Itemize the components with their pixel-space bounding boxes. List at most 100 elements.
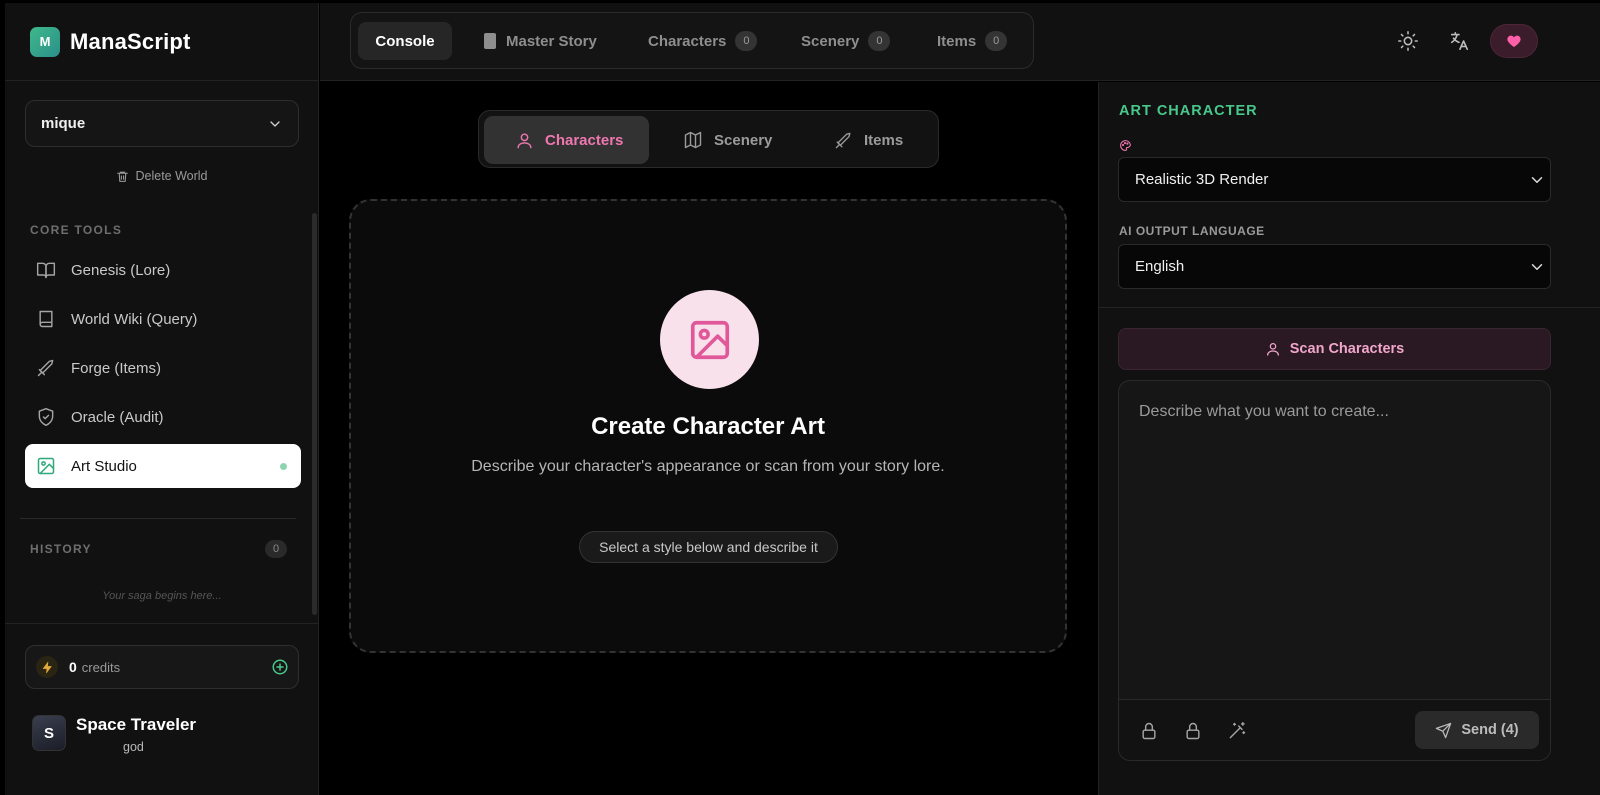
sidebar: M ManaScript mique Delete World CORE TOO… <box>5 3 319 795</box>
brand-name: ManaScript <box>70 28 191 54</box>
empty-state-description: Describe your character's appearance or … <box>471 458 945 475</box>
trash-icon <box>117 171 129 182</box>
user-name: Space Traveler <box>76 715 197 734</box>
sidebar-scrollbar[interactable] <box>312 213 317 615</box>
sun-icon[interactable] <box>1397 30 1419 52</box>
user-icon <box>517 132 532 148</box>
top-tabs: Console Master Story Characters 0 Scener… <box>350 12 1034 69</box>
chevron-down-icon <box>1531 176 1543 183</box>
add-credits-icon[interactable] <box>271 658 289 676</box>
tab-art-scenery[interactable]: Scenery <box>683 116 772 164</box>
heart-icon <box>1507 35 1521 47</box>
tab-characters[interactable]: Characters 0 <box>648 22 758 60</box>
count-badge: 0 <box>868 31 891 51</box>
history-empty-text: Your saga begins here... <box>102 590 222 602</box>
credits-label: credits <box>81 659 121 675</box>
art-style-value: Realistic 3D Render <box>1135 171 1269 188</box>
shield-check-icon <box>38 407 54 427</box>
brand[interactable]: M ManaScript <box>5 3 318 81</box>
sidebar-item-label: Genesis (Lore) <box>71 261 171 279</box>
sidebar-item-label: World Wiki (Query) <box>71 310 198 328</box>
main-content: Characters Scenery Items Create Characte… <box>320 82 1097 795</box>
history-label: HISTORY <box>30 542 92 556</box>
image-placeholder <box>660 290 759 389</box>
art-settings-panel: ART CHARACTER Realistic 3D Render AI OUT… <box>1098 82 1600 795</box>
core-tools-label: CORE TOOLS <box>30 223 123 237</box>
sidebar-footer: 0 credits S Space Traveler god <box>5 623 319 795</box>
scan-characters-button[interactable]: Scan Characters <box>1118 328 1551 370</box>
sidebar-item-label: Oracle (Audit) <box>71 408 164 426</box>
tab-master-story[interactable]: Master Story <box>483 22 597 60</box>
world-select[interactable]: mique <box>25 100 299 147</box>
count-badge: 0 <box>735 31 758 51</box>
chevron-down-icon <box>1531 263 1543 270</box>
sidebar-item-art-studio[interactable]: Art Studio <box>25 444 301 488</box>
tab-art-items[interactable]: Items <box>834 116 903 164</box>
language-value: English <box>1135 258 1185 275</box>
chevron-down-icon <box>270 120 280 127</box>
style-hint-pill: Select a style below and describe it <box>579 531 838 563</box>
map-icon <box>684 131 702 149</box>
send-label: Send (4) <box>1461 722 1519 738</box>
prompt-input[interactable] <box>1119 381 1550 699</box>
art-style-select[interactable]: Realistic 3D Render <box>1118 157 1551 202</box>
credits-box: 0 credits <box>25 645 299 689</box>
empty-state-title: Create Character Art <box>591 413 825 440</box>
sword-icon <box>835 132 851 148</box>
tab-label: Master Story <box>506 32 597 50</box>
user-icon <box>1266 343 1279 356</box>
sidebar-item-label: Art Studio <box>71 457 137 475</box>
tab-label: Console <box>375 32 435 50</box>
sidebar-item-label: Forge (Items) <box>71 359 162 377</box>
delete-world-label: Delete World <box>135 169 208 183</box>
sidebar-item-genesis[interactable]: Genesis (Lore) <box>25 248 301 292</box>
tab-label: Items <box>937 32 977 50</box>
art-type-tabs: Characters Scenery Items <box>478 110 939 168</box>
language-label: AI OUTPUT LANGUAGE <box>1119 224 1265 238</box>
tab-art-characters[interactable]: Characters <box>484 116 649 164</box>
panel-title: ART CHARACTER <box>1119 103 1258 119</box>
world-select-value: mique <box>41 115 86 132</box>
sidebar-divider <box>20 518 296 519</box>
tab-label: Characters <box>545 131 624 149</box>
top-header: Console Master Story Characters 0 Scener… <box>320 3 1600 81</box>
sidebar-item-world-wiki[interactable]: World Wiki (Query) <box>25 297 301 341</box>
lock-icon[interactable] <box>1139 721 1159 741</box>
delete-world-button[interactable]: Delete World <box>5 169 319 183</box>
prompt-box: Send (4) <box>1118 380 1551 761</box>
sword-icon <box>37 359 54 377</box>
prompt-toolbar: Send (4) <box>1119 699 1550 760</box>
brand-logo: M <box>30 26 60 57</box>
tab-console[interactable]: Console <box>358 22 452 60</box>
tab-scenery[interactable]: Scenery 0 <box>801 22 891 60</box>
support-button[interactable] <box>1490 24 1538 58</box>
scan-label: Scan Characters <box>1289 341 1405 357</box>
count-badge: 0 <box>985 31 1008 51</box>
user-role: god <box>123 740 144 754</box>
active-indicator <box>280 462 287 470</box>
avatar[interactable]: S <box>32 715 66 751</box>
credits-value: 0 <box>69 659 77 675</box>
image-icon <box>37 457 55 475</box>
sidebar-item-oracle[interactable]: Oracle (Audit) <box>25 395 301 439</box>
sidebar-item-forge[interactable]: Forge (Items) <box>25 346 301 390</box>
tab-label: Items <box>864 131 904 149</box>
tab-label: Scenery <box>801 32 860 50</box>
send-button[interactable]: Send (4) <box>1415 711 1539 749</box>
language-select[interactable]: English <box>1118 244 1551 289</box>
tab-label: Scenery <box>714 131 773 149</box>
book-open-icon <box>36 262 56 279</box>
art-dropzone: Create Character Art Describe your chara… <box>349 199 1067 653</box>
send-icon <box>1436 722 1452 738</box>
tab-items[interactable]: Items 0 <box>937 22 1008 60</box>
history-count-badge: 0 <box>265 540 287 558</box>
lock-icon[interactable] <box>1183 721 1203 741</box>
image-icon <box>690 320 729 359</box>
book-icon <box>39 310 53 328</box>
bolt-icon <box>36 656 58 678</box>
palette-icon <box>1120 140 1131 151</box>
magic-wand-icon[interactable] <box>1227 721 1247 741</box>
document-icon <box>484 33 496 49</box>
translate-icon[interactable] <box>1448 30 1470 52</box>
panel-divider <box>1099 307 1600 308</box>
